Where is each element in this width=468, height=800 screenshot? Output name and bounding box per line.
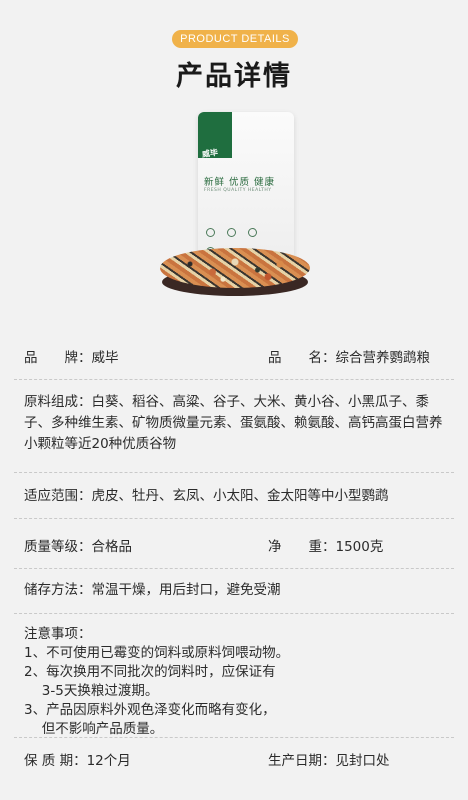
ingredients-label: 原料组成： xyxy=(24,394,92,410)
notes-block: 注意事项： 1、不可使用已霉变的饲料或原料饲喂动物。 2、每次换用不同批次的饲料… xyxy=(24,625,444,739)
weight-label: 净 重： xyxy=(268,539,336,555)
note-item: 2、每次换用不同批次的饲料时，应保证有 xyxy=(24,664,276,680)
product-details-badge: PRODUCT DETAILS xyxy=(172,30,298,48)
shelf-life-value: 12个月 xyxy=(86,753,131,769)
notes-label: 注意事项： xyxy=(24,626,92,642)
grain-bowl xyxy=(156,234,314,304)
note-item: 3-5天换粮过渡期。 xyxy=(24,683,159,699)
storage-value: 常温干燥，用后封口，避免受潮 xyxy=(91,582,281,598)
note-item: 1、不可使用已霉变的饲料或原料饲喂动物。 xyxy=(24,645,290,661)
brand-value: 威毕 xyxy=(91,350,119,366)
divider xyxy=(14,613,454,614)
scope-label: 适应范围： xyxy=(24,488,92,504)
name-label: 品 名： xyxy=(268,350,336,366)
ingredients-row: 原料组成：白葵、稻谷、高粱、谷子、大米、黄小谷、小黑瓜子、黍子、多种维生素、矿物… xyxy=(24,392,444,455)
bag-logo: 威毕 xyxy=(201,147,219,160)
divider xyxy=(14,518,454,519)
weight-value: 1500克 xyxy=(335,539,384,555)
grade-row: 质量等级：合格品 净 重：1500克 xyxy=(24,537,444,558)
grade-value: 合格品 xyxy=(91,539,133,555)
storage-label: 储存方法： xyxy=(24,582,92,598)
production-date-value: 见封口处 xyxy=(335,753,390,769)
storage-row: 储存方法：常温干燥，用后封口，避免受潮 xyxy=(24,580,444,601)
production-date-label: 生产日期： xyxy=(268,753,336,769)
divider xyxy=(14,568,454,569)
brand-row: 品 牌：威毕 品 名：综合营养鹦鹉粮 xyxy=(24,348,444,369)
name-value: 综合营养鹦鹉粮 xyxy=(335,350,431,366)
product-image: 威毕 新鲜 优质 健康 FRESH QUALITY HEALTHY xyxy=(150,104,320,304)
bag-feature-icons xyxy=(206,222,286,256)
page-title: 产品详情 xyxy=(176,61,292,92)
divider xyxy=(14,472,454,473)
grade-label: 质量等级： xyxy=(24,539,92,555)
grain-pile xyxy=(160,248,310,288)
divider xyxy=(14,737,454,738)
note-item: 3、产品因原料外观色泽变化而略有变化， xyxy=(24,702,276,718)
divider xyxy=(14,379,454,380)
scope-value: 虎皮、牡丹、玄凤、小太阳、金太阳等中小型鹦鹉 xyxy=(91,488,389,504)
brand-label: 品 牌： xyxy=(24,350,92,366)
bag-slogan-en: FRESH QUALITY HEALTHY xyxy=(204,188,272,193)
shelf-life-label: 保 质 期： xyxy=(24,753,87,769)
shelf-row: 保 质 期：12个月 生产日期：见封口处 xyxy=(24,751,444,772)
scope-row: 适应范围：虎皮、牡丹、玄凤、小太阳、金太阳等中小型鹦鹉 xyxy=(24,486,444,507)
bag-slogan: 新鲜 优质 健康 xyxy=(204,177,276,188)
